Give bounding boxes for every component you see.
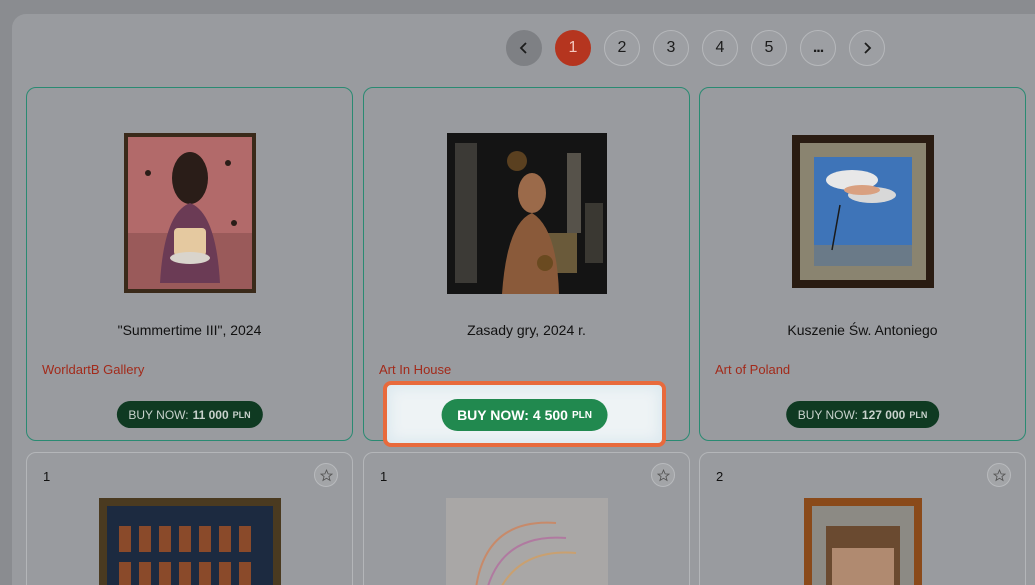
artwork-image[interactable] (791, 135, 934, 288)
prev-page-button[interactable] (506, 30, 542, 66)
artwork-card[interactable]: 1 (363, 452, 690, 585)
price-currency: PLN (909, 409, 928, 420)
price-currency: PLN (232, 409, 251, 420)
favorite-button[interactable] (651, 463, 675, 487)
page-button-2[interactable]: 2 (604, 30, 640, 66)
buy-now-button[interactable]: BUY NOW: 4 500 PLN (441, 399, 608, 431)
page-button-5[interactable]: 5 (751, 30, 787, 66)
buy-now-button[interactable]: BUY NOW: 127 000 PLN (785, 401, 940, 428)
buy-now-label: BUY NOW: (457, 407, 529, 423)
price-currency: PLN (571, 409, 592, 421)
page-button-3[interactable]: 3 (653, 30, 689, 66)
artwork-title[interactable]: Zasady gry, 2024 r. (364, 322, 689, 338)
price-value: 11 000 (192, 407, 229, 422)
price-value: 127 000 (861, 407, 906, 422)
gallery-link[interactable]: Art In House (379, 362, 451, 377)
star-icon (319, 468, 333, 481)
gallery-link[interactable]: WorldartB Gallery (42, 362, 144, 377)
buy-now-label: BUY NOW: (797, 407, 858, 422)
item-count: 2 (716, 469, 724, 484)
page-button-1[interactable]: 1 (555, 30, 591, 66)
gallery-link[interactable]: Art of Poland (715, 362, 790, 377)
artwork-card[interactable]: Kuszenie Św. Antoniego Art of Poland BUY… (699, 87, 1026, 441)
buy-now-label: BUY NOW: (128, 407, 189, 422)
item-count: 1 (43, 469, 51, 484)
artwork-card[interactable]: 2 (699, 452, 1026, 585)
chevron-right-icon (864, 42, 872, 54)
favorite-button[interactable] (987, 463, 1011, 487)
artwork-card[interactable]: "Summertime III", 2024 WorldartB Gallery… (26, 87, 353, 441)
artwork-title[interactable]: Kuszenie Św. Antoniego (700, 322, 1025, 338)
artwork-image[interactable] (123, 133, 256, 293)
price-value: 4 500 (532, 407, 568, 423)
artwork-title[interactable]: "Summertime III", 2024 (27, 322, 352, 338)
pagination: 1 2 3 4 5 ... (506, 30, 885, 66)
artwork-image[interactable] (445, 498, 608, 585)
page-ellipsis[interactable]: ... (800, 30, 836, 66)
artwork-image[interactable] (803, 498, 922, 585)
highlighted-buy-area: BUY NOW: 4 500 PLN (383, 381, 666, 447)
artwork-card[interactable]: 1 (26, 452, 353, 585)
favorite-button[interactable] (314, 463, 338, 487)
chevron-left-icon (519, 42, 527, 54)
buy-now-button[interactable]: BUY NOW: 11 000 PLN (116, 401, 263, 428)
star-icon (656, 468, 670, 481)
item-count: 1 (380, 469, 388, 484)
star-icon (992, 468, 1006, 481)
artwork-image[interactable] (446, 133, 607, 294)
next-page-button[interactable] (849, 30, 885, 66)
page-button-4[interactable]: 4 (702, 30, 738, 66)
artwork-image[interactable] (98, 498, 281, 585)
